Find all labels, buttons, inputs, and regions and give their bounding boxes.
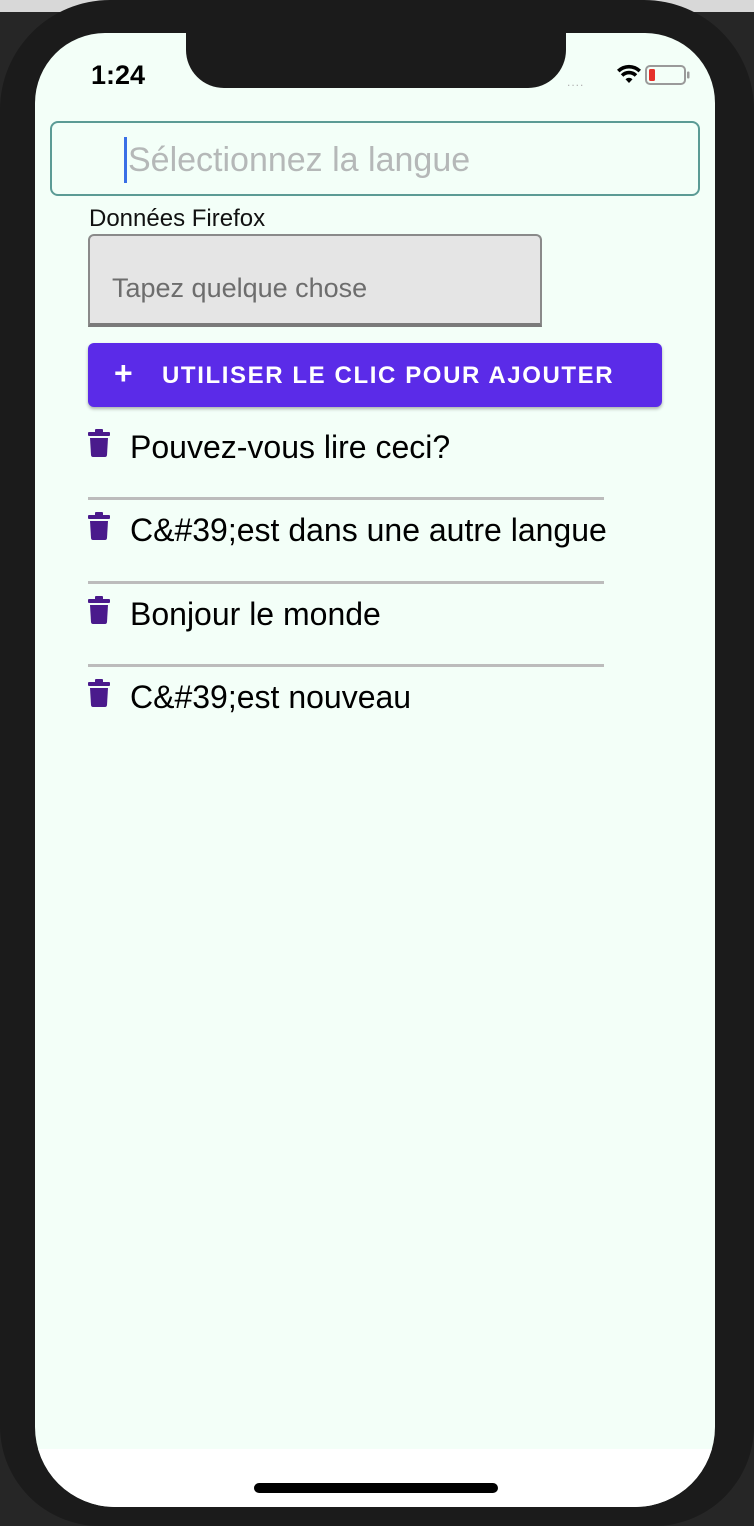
status-icons: .... [567,63,692,89]
home-indicator[interactable] [254,1483,498,1493]
data-text-field-placeholder: Tapez quelque chose [112,273,368,303]
item-list: Pouvez-vous lire ceci? C&#39;est dans un… [88,417,648,750]
list-item-text: C&#39;est dans une autre langue [130,512,607,549]
list-item-text: Pouvez-vous lire ceci? [130,429,451,465]
list-item: C&#39;est nouveau [88,667,648,750]
language-select-input[interactable]: Sélectionnez la langue [50,121,700,196]
list-item-text: C&#39;est nouveau [130,678,412,715]
language-select-placeholder: Sélectionnez la langue [128,141,471,179]
phone-frame: 1:24 .... Sélectionnez la langue Données… [0,0,754,1526]
status-time: 1:24 [91,60,146,90]
list-item: C&#39;est dans une autre langue [88,500,648,584]
list-item: Bonjour le monde [88,584,648,667]
phone-screen: 1:24 .... Sélectionnez la langue Données… [35,33,715,1507]
list-item: Pouvez-vous lire ceci? [88,417,648,501]
wifi-icon [617,64,641,83]
data-field-label: Données Firefox [89,205,266,232]
data-text-field[interactable]: Tapez quelque chose [88,234,542,327]
battery-low-icon [645,65,690,85]
list-item-text: Bonjour le monde [130,595,381,632]
trash-icon[interactable] [88,512,110,541]
home-area [35,1449,715,1507]
trash-icon[interactable] [88,678,110,707]
plus-icon: + [114,355,133,391]
trash-icon[interactable] [88,429,110,457]
trash-icon[interactable] [88,595,110,624]
phone-notch [186,26,566,88]
text-caret [124,137,127,183]
add-button[interactable]: + UTILISER LE CLIC POUR AJOUTER [88,343,662,407]
signal-dots-icon: .... [567,75,585,89]
add-button-label: UTILISER LE CLIC POUR AJOUTER [162,362,615,389]
